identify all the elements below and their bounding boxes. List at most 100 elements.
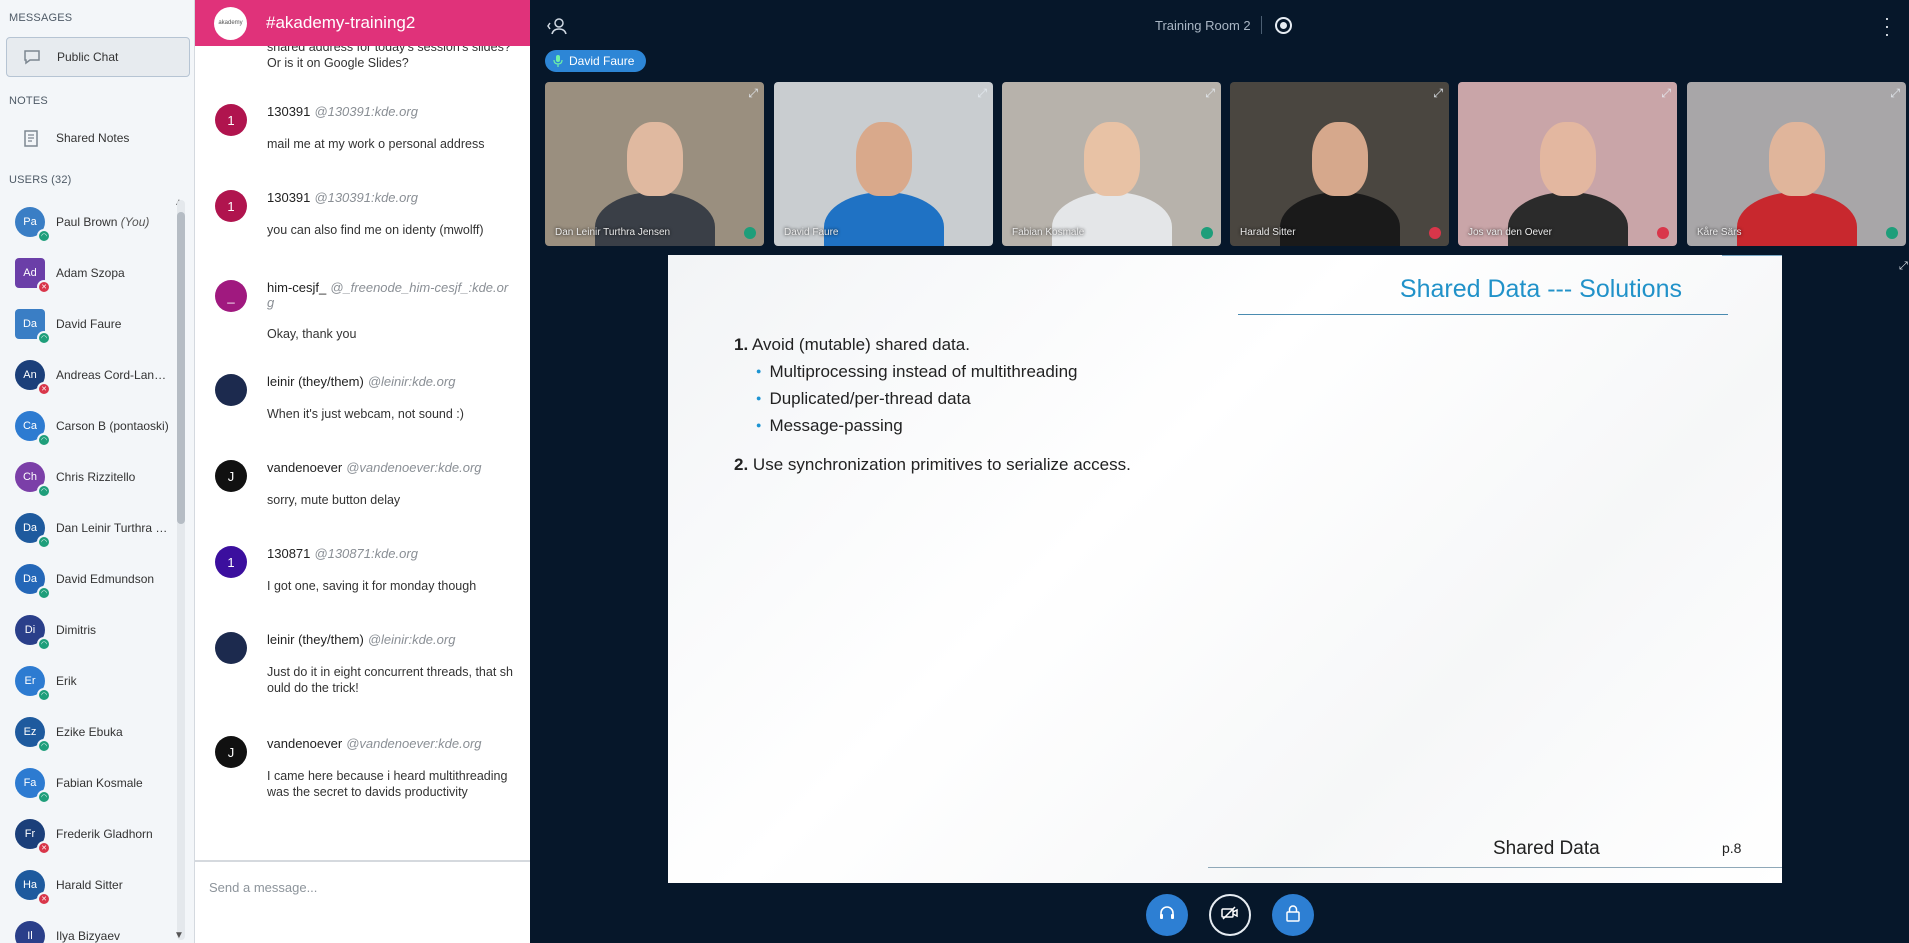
user-list-scroll-thumb[interactable] bbox=[177, 212, 185, 524]
muted-mic-icon: ✕ bbox=[37, 891, 51, 906]
message-sender[interactable]: 130871 @130871:kde.org bbox=[267, 546, 418, 561]
user-list-item[interactable]: Da ◠ David Faure bbox=[0, 298, 175, 349]
fullscreen-icon[interactable]: ⤢ bbox=[1433, 86, 1443, 101]
message-text: Just do it in eight concurrent threads, … bbox=[267, 665, 513, 695]
fullscreen-presentation-icon[interactable]: ⤢ bbox=[1899, 260, 1908, 273]
webcam-tile[interactable]: ⤢ Harald Sitter bbox=[1230, 82, 1449, 246]
muted-mic-icon: ✕ bbox=[37, 381, 51, 396]
user-list-item[interactable]: Di ◠ Dimitris bbox=[0, 604, 175, 655]
user-list-item[interactable]: Ad ✕ Adam Szopa bbox=[0, 247, 175, 298]
webcam-user-name[interactable]: David Faure bbox=[784, 227, 838, 238]
user-list-scrollbar[interactable] bbox=[177, 200, 185, 940]
message-avatar[interactable]: 1 bbox=[215, 546, 247, 578]
scroll-down-arrow[interactable]: ▼ bbox=[174, 930, 184, 941]
message-sender[interactable]: him-cesjf_ @_freenode_him-cesjf_:kde.org bbox=[267, 280, 513, 310]
record-icon[interactable] bbox=[1275, 17, 1292, 34]
message-avatar[interactable]: 1 bbox=[215, 104, 247, 136]
public-chat-label: Public Chat bbox=[57, 50, 119, 64]
message-sender[interactable]: vandenoever @vandenoever:kde.org bbox=[267, 736, 482, 751]
fullscreen-icon[interactable]: ⤢ bbox=[1661, 86, 1671, 101]
message-text: mail me at my work o personal address bbox=[267, 137, 485, 151]
webcam-tile[interactable]: ⤢ Jos van den Oever bbox=[1458, 82, 1677, 246]
webcam-user-name[interactable]: Fabian Kosmale bbox=[1012, 227, 1084, 238]
user-list-item[interactable]: Il◠ Ilya Bizyaev bbox=[0, 910, 175, 943]
talking-indicator: David Faure bbox=[545, 50, 647, 72]
audio-button[interactable] bbox=[1146, 894, 1188, 936]
slide-title-rule bbox=[1238, 314, 1728, 315]
slide-corner-decoration bbox=[1722, 255, 1782, 315]
webcam-tile[interactable]: ⤢ Dan Leinir Turthra Jensen bbox=[545, 82, 764, 246]
webcam-user-name[interactable]: Jos van den Oever bbox=[1468, 227, 1552, 238]
notes-section-title: NOTES bbox=[9, 95, 48, 107]
sender-handle: @130391:kde.org bbox=[314, 104, 418, 119]
user-list-item[interactable]: Ch ◠ Chris Rizzitello bbox=[0, 451, 175, 502]
message-avatar-letter: J bbox=[227, 744, 235, 760]
headset-icon: ◠ bbox=[37, 432, 51, 447]
user-avatar: Er ◠ bbox=[15, 665, 51, 702]
webcam-user-name[interactable]: Kåre Särs bbox=[1697, 227, 1741, 238]
slide-bullet: Message-passing bbox=[756, 416, 902, 436]
chat-bubble-icon bbox=[21, 46, 43, 68]
message-input[interactable]: Send a message... bbox=[195, 860, 530, 943]
user-list-item[interactable]: Pa ◠ Paul Brown (You) bbox=[0, 196, 175, 247]
message-avatar[interactable]: J bbox=[215, 736, 247, 768]
headset-icon: ◠ bbox=[37, 483, 51, 498]
user-list-item[interactable]: Ca ◠ Carson B (pontaoski) bbox=[0, 400, 175, 451]
chat-panel: akademy #akademy-training2 shared addres… bbox=[195, 0, 719, 943]
user-avatar-initials: Da bbox=[22, 521, 38, 534]
user-avatar-initials: Pa bbox=[23, 215, 37, 228]
more-options-icon[interactable]: · · · bbox=[1884, 9, 1890, 43]
user-avatar-initials: Er bbox=[24, 674, 36, 687]
user-list-item[interactable]: An✕ Andreas Cord-Landwehr bbox=[0, 349, 175, 400]
participant-video-face bbox=[1769, 122, 1825, 196]
video-button[interactable] bbox=[1209, 894, 1251, 936]
toggle-userlist-icon[interactable] bbox=[546, 15, 568, 37]
public-chat-item[interactable]: Public Chat bbox=[6, 37, 190, 77]
user-avatar: Ha ✕ bbox=[15, 869, 51, 906]
headset-icon: ◠ bbox=[37, 687, 51, 702]
message-avatar[interactable]: 1 bbox=[215, 190, 247, 222]
room-name: #akademy-training2 bbox=[266, 13, 416, 32]
user-list-item[interactable]: Er ◠ Erik bbox=[0, 655, 175, 706]
user-list-item[interactable]: Da◠ Dan Leinir Turthra Jensen bbox=[0, 502, 175, 553]
user-list-item[interactable]: Ez ◠ Ezike Ebuka bbox=[0, 706, 175, 757]
user-list-item[interactable]: Da ◠ David Edmundson bbox=[0, 553, 175, 604]
fullscreen-icon[interactable]: ⤢ bbox=[977, 86, 987, 101]
headset-icon bbox=[1886, 227, 1898, 239]
message-avatar[interactable]: _ bbox=[215, 280, 247, 312]
sender-name: him-cesjf_ bbox=[267, 280, 327, 295]
messages-section-title: MESSAGES bbox=[9, 12, 73, 24]
user-list-item[interactable]: Ha ✕ Harald Sitter bbox=[0, 859, 175, 910]
message-sender[interactable]: 130391 @130391:kde.org bbox=[267, 190, 418, 205]
webcam-user-name[interactable]: Harald Sitter bbox=[1240, 227, 1296, 238]
message-sender[interactable]: 130391 @130391:kde.org bbox=[267, 104, 418, 119]
webcam-tile[interactable]: ⤢ Kåre Särs bbox=[1687, 82, 1906, 246]
muted-mic-icon bbox=[1657, 227, 1669, 239]
user-name-text: Fabian Kosmale bbox=[56, 775, 143, 790]
message-avatar[interactable] bbox=[215, 374, 247, 406]
user-name-text: Dimitris bbox=[56, 622, 96, 637]
webcam-tile[interactable]: ⤢ David Faure bbox=[774, 82, 993, 246]
participant-video-face bbox=[627, 122, 683, 196]
user-avatar-initials: Da bbox=[22, 317, 38, 330]
message-sender[interactable]: leinir (they/them) @leinir:kde.org bbox=[267, 632, 455, 647]
lock-settings-button[interactable] bbox=[1272, 894, 1314, 936]
notes-icon bbox=[20, 127, 42, 149]
user-list-item[interactable]: Fr ✕ Frederik Gladhorn bbox=[0, 808, 175, 859]
user-list-item[interactable]: Fa ◠ Fabian Kosmale bbox=[0, 757, 175, 808]
message-text: I came here because i heard multithreadi… bbox=[267, 769, 508, 799]
participant-video-face bbox=[1540, 122, 1596, 196]
message-sender[interactable]: vandenoever @vandenoever:kde.org bbox=[267, 460, 482, 475]
user-avatar: Di ◠ bbox=[15, 614, 51, 651]
user-avatar: Il◠ bbox=[15, 920, 51, 943]
webcam-user-name[interactable]: Dan Leinir Turthra Jensen bbox=[555, 227, 670, 238]
message-avatar[interactable]: J bbox=[215, 460, 247, 492]
shared-notes-label: Shared Notes bbox=[56, 131, 130, 145]
fullscreen-icon[interactable]: ⤢ bbox=[748, 86, 758, 101]
fullscreen-icon[interactable]: ⤢ bbox=[1205, 86, 1215, 101]
message-sender[interactable]: leinir (they/them) @leinir:kde.org bbox=[267, 374, 455, 389]
fullscreen-icon[interactable]: ⤢ bbox=[1890, 86, 1900, 101]
shared-notes-item[interactable]: Shared Notes bbox=[6, 118, 190, 158]
webcam-tile[interactable]: ⤢ Fabian Kosmale bbox=[1002, 82, 1221, 246]
message-avatar[interactable] bbox=[215, 632, 247, 664]
